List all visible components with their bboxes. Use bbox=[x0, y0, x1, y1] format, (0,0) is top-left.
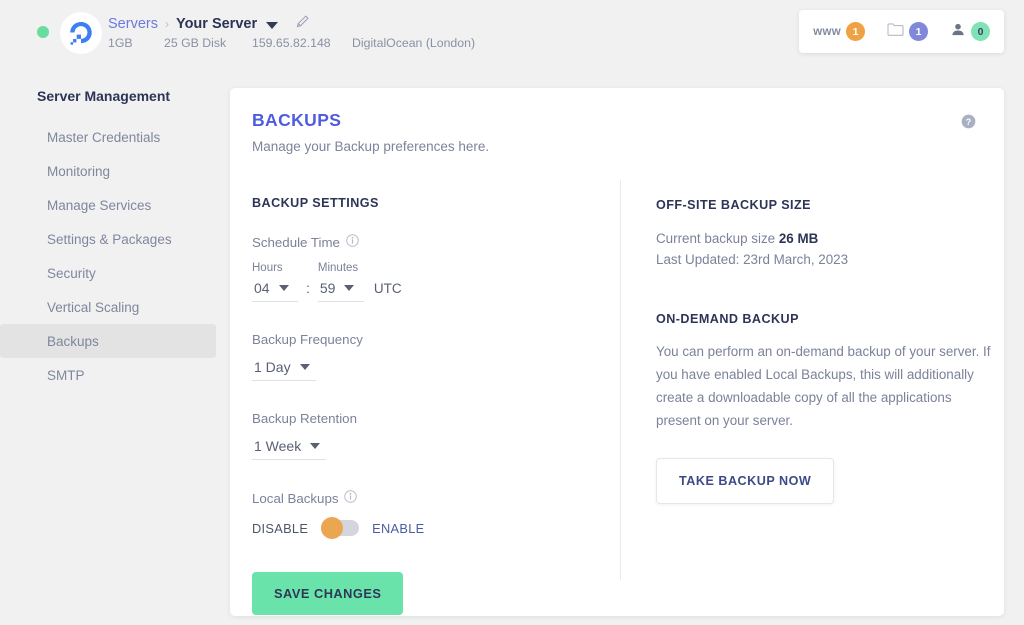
timezone-label: UTC bbox=[373, 281, 402, 296]
sidebar-item-label: Backups bbox=[47, 333, 99, 349]
server-ram: 1GB bbox=[108, 36, 133, 50]
sidebar: Server Management Master Credentials Mon… bbox=[0, 88, 230, 392]
sidebar-item-label: Vertical Scaling bbox=[47, 299, 140, 315]
server-status-dot bbox=[37, 26, 49, 38]
local-backups-toggle[interactable] bbox=[321, 517, 360, 539]
caret-down-icon[interactable] bbox=[266, 22, 279, 29]
backup-frequency-group: Backup Frequency 1 Day bbox=[252, 332, 612, 381]
server-ip: 159.65.82.148 bbox=[252, 36, 331, 50]
schedule-time-label: Schedule Time bbox=[252, 234, 612, 250]
breadcrumb-separator: › bbox=[164, 17, 169, 31]
sidebar-item-vertical-scaling[interactable]: Vertical Scaling bbox=[0, 290, 230, 324]
sidebar-item-label: Manage Services bbox=[47, 197, 152, 213]
hours-selector: Hours 04 bbox=[252, 262, 298, 302]
badge-applications-count: 1 bbox=[846, 22, 865, 41]
ondemand-backup-description: You can perform an on-demand backup of y… bbox=[656, 344, 991, 428]
sidebar-item-settings-packages[interactable]: Settings & Packages bbox=[0, 222, 230, 256]
help-circle-icon[interactable]: ? bbox=[961, 114, 976, 134]
server-disk: 25 GB Disk bbox=[164, 36, 227, 50]
current-backup-size-value: 26 MB bbox=[778, 231, 819, 246]
server-meta-row: 1GB 25 GB Disk 159.65.82.148 DigitalOcea… bbox=[108, 36, 475, 50]
sidebar-item-master-credentials[interactable]: Master Credentials bbox=[0, 120, 230, 154]
minutes-dropdown[interactable]: 59 bbox=[317, 278, 364, 302]
local-backups-text: Local Backups bbox=[252, 490, 339, 506]
sidebar-item-label: SMTP bbox=[47, 367, 85, 383]
hours-value: 04 bbox=[254, 280, 270, 296]
backup-retention-group: Backup Retention 1 Week bbox=[252, 411, 612, 460]
svg-text:?: ? bbox=[966, 117, 971, 127]
badge-applications[interactable]: www 1 bbox=[813, 22, 865, 41]
toggle-disable-label: DISABLE bbox=[252, 520, 309, 536]
time-separator: : bbox=[306, 280, 310, 296]
save-changes-button[interactable]: SAVE CHANGES bbox=[252, 572, 404, 615]
backups-card: ? BACKUPS Manage your Backup preferences… bbox=[230, 88, 1004, 616]
pencil-icon[interactable] bbox=[295, 14, 310, 34]
server-provider: DigitalOcean (London) bbox=[352, 36, 476, 50]
breadcrumb: Servers › Your Server bbox=[108, 14, 310, 34]
sidebar-item-smtp[interactable]: SMTP bbox=[0, 358, 230, 392]
folder-icon bbox=[887, 22, 904, 42]
badge-users[interactable]: 0 bbox=[950, 22, 990, 42]
schedule-time-text: Schedule Time bbox=[252, 234, 340, 250]
sidebar-item-security[interactable]: Security bbox=[0, 256, 230, 290]
chevron-down-icon bbox=[310, 443, 321, 449]
ondemand-backup-heading: ON-DEMAND BACKUP bbox=[656, 312, 799, 326]
info-circle-icon[interactable] bbox=[346, 234, 359, 250]
breadcrumb-servers-link[interactable]: Servers bbox=[108, 16, 158, 32]
page-title: BACKUPS bbox=[252, 110, 342, 130]
backup-retention-dropdown[interactable]: 1 Week bbox=[252, 436, 327, 460]
backup-retention-label: Backup Retention bbox=[252, 411, 357, 426]
backup-info-column: OFF-SITE BACKUP SIZE Current backup size… bbox=[656, 198, 991, 504]
top-bar: Servers › Your Server 1GB 25 GB Disk 159… bbox=[0, 0, 1024, 62]
local-backups-group: Local Backups DISABLE ENABLE bbox=[252, 490, 612, 539]
backup-frequency-value: 1 Day bbox=[254, 359, 291, 375]
minutes-selector: Minutes 59 bbox=[317, 262, 364, 302]
toggle-knob bbox=[321, 517, 344, 539]
hours-label: Hours bbox=[252, 262, 283, 274]
digitalocean-logo-icon bbox=[60, 12, 102, 54]
sidebar-item-label: Master Credentials bbox=[47, 129, 161, 145]
badge-users-count: 0 bbox=[971, 22, 990, 41]
sidebar-item-manage-services[interactable]: Manage Services bbox=[0, 188, 230, 222]
backup-settings-column: BACKUP SETTINGS Schedule Time Hours 04 : bbox=[252, 196, 612, 615]
sidebar-item-backups[interactable]: Backups bbox=[0, 324, 216, 358]
sidebar-item-label: Settings & Packages bbox=[47, 231, 172, 247]
user-icon bbox=[950, 22, 966, 42]
badges-panel: www 1 1 0 bbox=[799, 10, 1004, 53]
offsite-backup-size-heading: OFF-SITE BACKUP SIZE bbox=[656, 198, 812, 212]
take-backup-now-button[interactable]: TAKE BACKUP NOW bbox=[656, 458, 835, 504]
minutes-value: 59 bbox=[319, 280, 336, 296]
current-backup-size-label: Current backup size bbox=[656, 231, 776, 246]
page-subtitle: Manage your Backup preferences here. bbox=[252, 139, 490, 154]
info-circle-icon[interactable] bbox=[344, 490, 358, 506]
local-backups-toggle-row: DISABLE ENABLE bbox=[252, 517, 612, 539]
badge-projects-count: 1 bbox=[909, 22, 928, 41]
backup-frequency-dropdown[interactable]: 1 Day bbox=[252, 357, 316, 381]
badge-projects[interactable]: 1 bbox=[887, 22, 928, 42]
toggle-enable-label: ENABLE bbox=[372, 520, 425, 536]
breadcrumb-current-server: Your Server bbox=[175, 16, 258, 32]
backup-retention-value: 1 Week bbox=[254, 438, 302, 454]
backup-settings-heading: BACKUP SETTINGS bbox=[252, 196, 379, 210]
chevron-down-icon bbox=[299, 364, 310, 370]
chevron-down-icon bbox=[344, 285, 355, 291]
backup-frequency-label: Backup Frequency bbox=[252, 332, 363, 347]
sidebar-item-label: Security bbox=[47, 265, 96, 281]
hours-dropdown[interactable]: 04 bbox=[252, 278, 298, 302]
www-icon: www bbox=[813, 25, 841, 38]
sidebar-title: Server Management bbox=[37, 88, 171, 104]
column-divider bbox=[620, 180, 621, 580]
last-updated-line: Last Updated: 23rd March, 2023 bbox=[656, 252, 849, 267]
minutes-label: Minutes bbox=[317, 262, 359, 274]
current-backup-size-line: Current backup size 26 MB bbox=[656, 228, 991, 249]
sidebar-item-label: Monitoring bbox=[47, 163, 111, 179]
chevron-down-icon bbox=[278, 285, 289, 291]
local-backups-label: Local Backups bbox=[252, 490, 612, 506]
schedule-time-controls: Hours 04 : Minutes 59 UTC bbox=[252, 262, 612, 302]
sidebar-item-monitoring[interactable]: Monitoring bbox=[0, 154, 230, 188]
